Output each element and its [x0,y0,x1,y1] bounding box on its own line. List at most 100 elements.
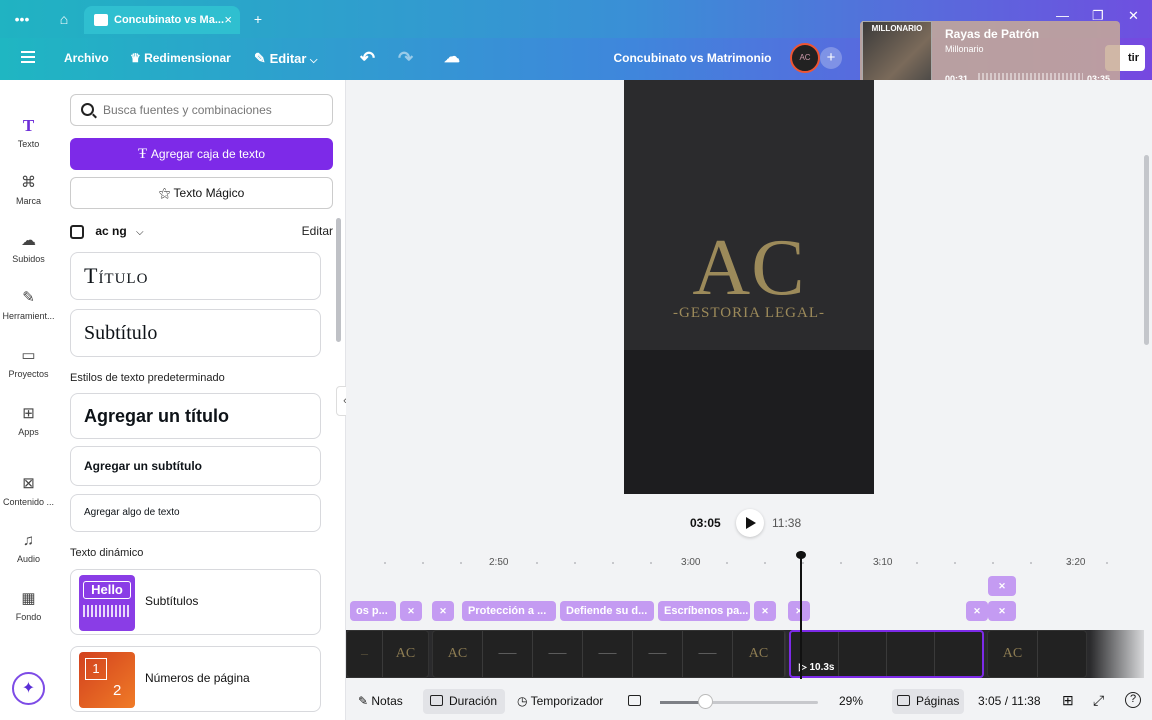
undo-icon[interactable]: ↶ [360,38,375,80]
rail-item-contenido[interactable]: ⊠ Contenido ... [0,474,57,507]
song-title: Rayas de Patrón [945,27,1040,41]
caption-clip-small[interactable]: ✕ [788,601,810,621]
new-tab-icon[interactable]: + [248,9,268,29]
logo-tagline[interactable]: -GESTORIA LEGAL- [624,305,874,322]
add-textbox-button[interactable]: Ŧ Agregar caja de texto [70,138,333,170]
pencil-icon: ✎ [254,50,270,66]
browser-tab[interactable]: Concubinato vs Ma... × [84,6,240,34]
layout-button[interactable] [628,694,647,708]
video-clip[interactable]: AC ——— ——— ——— ——— ——— AC [432,630,786,678]
caption-clip-small[interactable]: ✕ [988,601,1016,621]
layout-icon [628,695,641,706]
canvas-scrollbar[interactable] [1144,155,1149,345]
video-clip[interactable]: AC [987,630,1087,678]
text-panel: Busca fuentes y combinaciones Ŧ Agregar … [57,80,346,720]
rail-item-marca[interactable]: ⌘ Marca [0,173,57,206]
video-clip[interactable]: — AC [346,630,429,678]
rail-item-texto[interactable]: T Texto [0,116,57,149]
resize-button[interactable]: ♛ Redimensionar [130,38,231,80]
magic-assistant-button[interactable]: ✦ [12,672,45,705]
tab-title: Concubinato vs Ma... [114,14,225,26]
avatar[interactable]: AC [790,43,820,73]
rail-item-subidos[interactable]: ☁ Subidos [0,231,57,264]
caption-clip-small[interactable]: ✕ [400,601,422,621]
tab-favicon-icon [94,14,108,26]
design-page[interactable]: AC -GESTORIA LEGAL- [624,80,874,494]
chevron-down-icon: ⌵ [136,227,144,238]
video-clip-selected[interactable]: ▷ 10.3s [789,630,984,678]
logo-monogram[interactable]: AC [624,228,874,308]
magic-text-label: Texto Mágico [173,186,245,200]
caption-clip[interactable]: Protección a ... [462,601,556,621]
caption-clip-small[interactable]: ✕ [754,601,776,621]
sparkle-icon: ✦ [21,680,36,697]
add-collaborator-button[interactable]: + [820,47,842,69]
caption-clip[interactable]: Escríbenos pa... [658,601,750,621]
rail-label: Herramient... [2,311,55,321]
brand-edit-link[interactable]: Editar [302,220,333,242]
help-icon[interactable]: ? [1125,692,1141,708]
panel-scrollbar[interactable] [336,218,341,342]
add-title-style[interactable]: Agregar un título [70,393,321,439]
rail-label: Subidos [12,254,45,264]
page-numbers-card[interactable]: 1 2 Números de página [70,646,321,712]
clip-duration: ▷ 10.3s [799,662,835,673]
redo-icon[interactable]: ↷ [398,38,413,80]
play-button[interactable] [736,509,764,537]
page-numbers-label: Números de página [145,671,250,685]
caption-clip[interactable]: Defiende su d... [560,601,654,621]
brand-kit-row[interactable]: ac ng ⌵ Editar [70,220,333,242]
caption-clip-small[interactable]: ✕ [966,601,988,621]
rail-item-fondo[interactable]: ▦ Fondo [0,589,57,622]
notes-button[interactable]: ✎ Notas [358,694,403,708]
more-icon[interactable]: ••• [12,9,32,29]
duration-label: Duración [449,694,498,708]
zoom-level[interactable]: 29% [839,694,863,708]
add-body-style[interactable]: Agregar algo de texto [70,494,321,532]
audio-wave-icon [83,605,131,617]
cloud-saved-icon[interactable]: ☁ [444,38,460,80]
cloud-icon: ☁ [21,232,36,249]
grid-view-icon[interactable]: ⊞ [1062,692,1074,709]
zoom-slider[interactable] [660,701,818,704]
rail-item-apps[interactable]: ⊞ Apps [0,404,57,437]
pages-button[interactable]: Páginas [897,694,959,708]
add-subtitle-style[interactable]: Agregar un subtítulo [70,446,321,486]
edit-menu[interactable]: ✎ Editar ⌵ [254,38,317,80]
rail-label: Audio [16,554,41,564]
rail-label: Texto [17,139,40,149]
fullscreen-icon[interactable]: ⤢ [1093,692,1104,709]
zoom-slider-knob[interactable] [698,694,713,709]
folder-icon: ▭ [21,347,36,364]
close-tab-icon[interactable]: × [224,6,232,34]
rail-item-proyectos[interactable]: ▭ Proyectos [0,346,57,379]
search-icon [81,103,94,116]
clip-frame: AC [733,631,785,677]
document-title[interactable]: Concubinato vs Matrimonio [600,38,785,78]
rail-item-audio[interactable]: ♫ Audio [0,531,57,564]
brand-title-style[interactable]: Título [70,252,321,300]
timer-button[interactable]: ◷ Temporizador [517,694,603,708]
menu-icon[interactable] [21,51,35,63]
search-input[interactable]: Busca fuentes y combinaciones [70,94,333,126]
timer-icon: ◷ [517,694,531,708]
default-styles-heading: Estilos de texto predeterminado [70,372,225,384]
archivo-menu[interactable]: Archivo [64,38,109,80]
window-close-icon[interactable]: ✕ [1128,8,1139,24]
text-box-icon: Ŧ [138,146,151,162]
timeline-playhead[interactable] [796,551,806,679]
brand-subtitle-style[interactable]: Subtítulo [70,309,321,357]
home-icon[interactable]: ⌂ [54,9,74,29]
subtitles-card[interactable]: Hello Subtítulos [70,569,321,635]
caption-clip-small[interactable]: ✕ [988,576,1016,596]
duration-button[interactable]: Duración [430,694,497,708]
brand-icon: ⌘ [21,174,36,191]
caption-clip[interactable]: os p... [350,601,396,621]
apps-icon: ⊞ [22,405,35,422]
left-rail: T Texto ⌘ Marca ☁ Subidos ✎ Herramient..… [0,80,57,720]
caption-clip-small[interactable]: ✕ [432,601,454,621]
rail-label: Proyectos [8,369,49,379]
magic-text-button[interactable]: ⚝ Texto Mágico [70,177,333,209]
rail-item-herramientas[interactable]: ✎ Herramient... [0,288,57,321]
subtitles-thumbnail: Hello [79,575,135,631]
